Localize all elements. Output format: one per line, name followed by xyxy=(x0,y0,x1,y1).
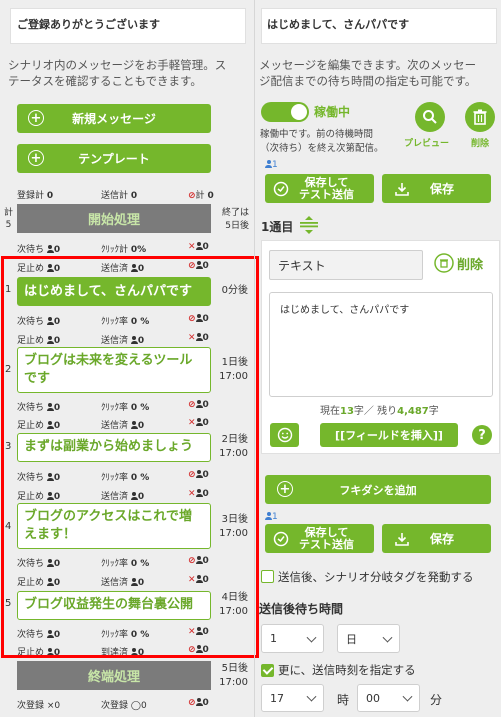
start-x-count: ✕ 0 xyxy=(188,242,209,252)
editor-title: はじめまして、さんパパです xyxy=(267,18,410,31)
chevron-down-icon xyxy=(306,691,317,702)
template-button[interactable]: + テンプレート xyxy=(17,144,211,173)
plus-circle-icon: + xyxy=(28,110,44,126)
sent-total: 送信計 0 xyxy=(101,191,138,201)
end-process-bar[interactable]: 終端処理 xyxy=(17,661,211,690)
check-circle-icon xyxy=(273,531,289,546)
message-editor-panel: はじめまして、さんパパです メッセージを編集できます。次のメッセー ジ配信までの… xyxy=(254,0,501,717)
hour-label: 時 xyxy=(337,693,350,707)
user-icon xyxy=(265,512,272,520)
status-note-line2: （次待ち）を終え次第配信。 xyxy=(260,143,384,154)
trash-icon xyxy=(473,109,487,125)
editor-header-card: はじめまして、さんパパです xyxy=(261,8,497,44)
download-icon xyxy=(395,182,409,196)
message-editor-card: テキスト 削除 はじめまして、さんパパです 現在13字／ 残り4,487字 [[… xyxy=(261,240,500,454)
branch-tag-label: 送信後、シナリオ分岐タグを発動する xyxy=(278,570,474,584)
save-and-test-button-2[interactable]: 保存して テスト送信 xyxy=(265,524,374,553)
specify-time-checkbox[interactable] xyxy=(261,664,274,677)
status-toggle[interactable] xyxy=(261,102,309,122)
check-circle-icon xyxy=(273,181,289,196)
status-label: 稼働中 xyxy=(314,105,351,119)
help-icon[interactable]: ? xyxy=(472,425,492,445)
reorder-icon[interactable] xyxy=(299,216,319,234)
user-count: 1 xyxy=(265,160,278,170)
registered-total: 登録計 0 xyxy=(17,191,54,201)
block-icon: ⊘ xyxy=(188,698,196,708)
start-side-count: 計5 xyxy=(4,208,14,230)
preview-button[interactable] xyxy=(415,102,445,132)
wait-time-heading: 送信後待ち時間 xyxy=(259,602,344,616)
minute-label: 分 xyxy=(430,693,443,707)
scenario-list-panel: ご登録ありがとうございます シナリオ内のメッセージをお手軽管理。ス テータスを確… xyxy=(0,0,259,717)
search-icon xyxy=(423,110,437,124)
item-label: 1通目 xyxy=(261,220,294,234)
specify-time-label: 更に、送信時刻を指定する xyxy=(278,663,416,677)
char-count: 現在13字／ 残り4,487字 xyxy=(320,406,439,417)
blocked-total: ⊘計 0 xyxy=(188,191,214,201)
insert-field-button[interactable]: [[フィールドを挿入]] xyxy=(320,423,458,447)
x-icon: ✕ xyxy=(188,242,196,252)
download-icon xyxy=(395,532,409,546)
plus-circle-icon: + xyxy=(28,150,44,166)
start-process-bar[interactable]: 開始処理 xyxy=(17,204,211,233)
branch-tag-checkbox[interactable] xyxy=(261,570,274,583)
delete-label: 削除 xyxy=(471,139,490,149)
scenario-description-line2: テータスを確認することもできます。 xyxy=(8,74,202,88)
minute-select[interactable]: 00 xyxy=(357,684,420,712)
start-click-total: ｸﾘｯｸ計 0% xyxy=(101,245,147,255)
chevron-down-icon xyxy=(382,632,393,643)
save-button[interactable]: 保存 xyxy=(382,174,491,203)
delete-text-button[interactable]: 削除 xyxy=(434,253,483,273)
message-type-select[interactable]: テキスト xyxy=(269,250,423,280)
add-bubble-button[interactable]: + フキダシを追加 xyxy=(265,475,491,504)
hour-select[interactable]: 17 xyxy=(261,684,324,712)
user-icon xyxy=(265,160,272,168)
plus-circle-icon: + xyxy=(277,481,293,497)
preview-label: プレビュー xyxy=(404,139,450,149)
editor-description-line2: ジ配信までの待ち時間の指定も可能です。 xyxy=(259,74,477,88)
scenario-title: ご登録ありがとうございます xyxy=(17,18,160,31)
new-message-label: 新規メッセージ xyxy=(72,112,156,126)
new-message-button[interactable]: + 新規メッセージ xyxy=(17,104,211,133)
save-button-2[interactable]: 保存 xyxy=(382,524,491,553)
start-next-wait: 次待ち 0 xyxy=(17,245,61,255)
message-body-textarea[interactable]: はじめまして、さんパパです xyxy=(269,292,493,397)
end-days: 終了は 5日後 xyxy=(221,208,249,231)
scenario-header-card: ご登録ありがとうございます xyxy=(10,8,246,44)
next-registration-x: 次登録 ×0 xyxy=(17,701,61,711)
end-time: 5日後 17:00 xyxy=(219,663,248,688)
chevron-down-icon xyxy=(402,691,413,702)
user-count-2: 1 xyxy=(265,512,278,522)
save-and-test-button[interactable]: 保存して テスト送信 xyxy=(265,174,374,203)
highlight-frame xyxy=(1,256,259,658)
block-icon: ⊘ xyxy=(188,191,196,201)
end-blocked: ⊘ 0 xyxy=(188,698,209,708)
chevron-down-icon xyxy=(306,632,317,643)
emoji-button[interactable] xyxy=(270,423,299,447)
trash-circle-icon xyxy=(434,253,454,273)
wait-number-select[interactable]: 1 xyxy=(261,624,324,653)
status-note-line1: 稼働中です。前の待機時間 xyxy=(260,129,374,140)
delete-button[interactable] xyxy=(465,102,495,132)
template-label: テンプレート xyxy=(78,152,150,166)
wait-unit-select[interactable]: 日 xyxy=(337,624,400,653)
next-registration-o: 次登録 ◯0 xyxy=(101,701,147,711)
smiley-icon xyxy=(277,427,292,443)
